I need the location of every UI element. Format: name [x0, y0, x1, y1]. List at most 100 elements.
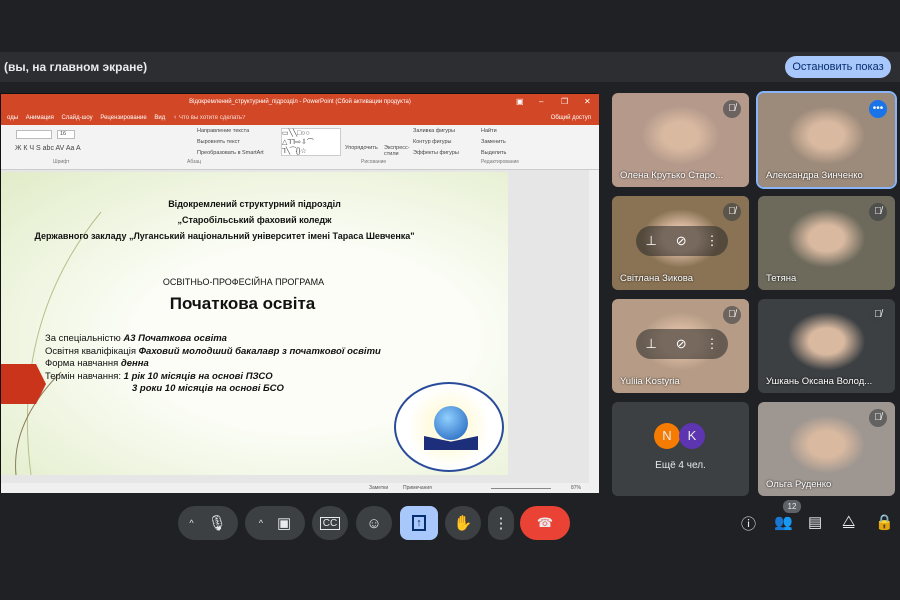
host-controls-icon[interactable]: 🔒: [875, 513, 894, 531]
more-vert-icon: ⋮: [493, 515, 509, 532]
more-participants-tile[interactable]: N K Ещё 4 чел.: [612, 402, 749, 496]
stop-presenting-button[interactable]: Остановить показ: [785, 56, 891, 78]
notes-button[interactable]: Заметки: [369, 485, 388, 491]
vertical-scrollbar[interactable]: [589, 170, 599, 483]
camera-control[interactable]: ^ ▣: [245, 506, 305, 540]
group-label: Шрифт: [53, 159, 70, 165]
hand-icon: ✋: [453, 515, 473, 532]
ribbon: 16 Ж К Ч S abc AV Aa A Направление текст…: [1, 125, 599, 170]
group-label: Абзац: [187, 159, 202, 165]
mic-off-icon: 🎙̸: [869, 409, 887, 427]
tab-animation[interactable]: Анимация: [26, 111, 54, 125]
tile-hover-controls: ⊥ ⊘ ⋮: [636, 226, 728, 256]
activities-icon[interactable]: ⧋: [842, 513, 855, 530]
mic-off-icon: 🎙̸: [869, 306, 887, 324]
globe-icon: [434, 406, 468, 440]
participant-tile[interactable]: Олена Крутько Старо... 🎙̸: [612, 93, 749, 187]
replace-button[interactable]: Заменить: [481, 139, 506, 145]
participant-tile[interactable]: Світлана Зикова 🎙̸ ⊥ ⊘ ⋮: [612, 196, 749, 290]
participant-tile[interactable]: Yuliia Kostyria 🎙̸ ⊥ ⊘ ⋮: [612, 299, 749, 393]
mic-off-icon: 🎙̸: [723, 100, 741, 118]
arrange-button[interactable]: Упорядочить: [345, 145, 378, 151]
shape-fill-button[interactable]: Заливка фигуры: [413, 128, 455, 134]
more-vert-icon[interactable]: ⋮: [706, 233, 719, 249]
text-direction-button[interactable]: Направление текста: [197, 128, 249, 134]
tell-me-input[interactable]: ♀ Что вы хотите сделать?: [173, 111, 246, 125]
ribbon-display-icon[interactable]: ▣: [516, 97, 524, 106]
participant-name: Yuliia Kostyria: [620, 376, 680, 387]
more-participants-label: Ещё 4 чел.: [655, 460, 706, 471]
microphone-icon[interactable]: 🎙: [208, 514, 227, 532]
tab-view[interactable]: Вид: [154, 111, 165, 125]
participant-tile[interactable]: Тетяна 🎙̸: [758, 196, 895, 290]
mic-off-icon: 🎙̸: [723, 203, 741, 221]
align-text-button[interactable]: Выровнять текст: [197, 139, 240, 145]
slide-details: За спеціальністю А3 Початкова освіта Осв…: [45, 333, 381, 394]
hang-up-icon: ☎: [536, 515, 554, 530]
pin-icon[interactable]: ⊥: [645, 336, 656, 352]
slide-title: Початкова освіта: [169, 294, 316, 313]
mute-icon[interactable]: ⊘: [676, 233, 687, 249]
chat-icon[interactable]: ▤: [808, 513, 822, 531]
maximize-icon[interactable]: ❐: [561, 97, 568, 106]
group-label: Редактирование: [481, 159, 520, 165]
group-label: Рисование: [361, 159, 387, 165]
participant-tile[interactable]: Ушкань Оксана Волод... 🎙̸: [758, 299, 895, 393]
slide-line3: Державного закладу „Луганський національ…: [34, 231, 415, 241]
share-button[interactable]: Общий доступ: [551, 111, 591, 125]
leave-call-button[interactable]: ☎: [520, 506, 570, 540]
camera-icon[interactable]: ▣: [277, 514, 291, 532]
smartart-button[interactable]: Преобразовать в SmartArt: [197, 150, 264, 156]
emoji-icon: ☺: [366, 514, 382, 532]
slide-area: Відокремлений структурний підрозділ „Ста…: [1, 170, 599, 483]
participant-name: Олена Крутько Старо...: [620, 170, 724, 181]
more-options-icon[interactable]: •••: [869, 100, 887, 118]
more-options-button[interactable]: ⋮: [488, 506, 514, 540]
presenting-status: (вы, на главном экране): [4, 60, 148, 74]
present-screen-icon: ↑: [412, 515, 426, 531]
mute-icon[interactable]: ⊘: [676, 336, 687, 352]
chevron-up-icon[interactable]: ^: [259, 518, 263, 528]
find-button[interactable]: Найти: [481, 128, 497, 134]
raise-hand-button[interactable]: ✋: [445, 506, 481, 540]
zoom-level[interactable]: 87%: [571, 485, 581, 491]
tab-slideshow[interactable]: Слайд-шоу: [62, 111, 93, 125]
quick-styles-button[interactable]: Экспресс-стили: [384, 145, 410, 157]
chevron-up-icon[interactable]: ^: [189, 518, 193, 528]
mic-off-icon: 🎙̸: [869, 203, 887, 221]
college-logo: [394, 382, 504, 472]
tile-hover-controls: ⊥ ⊘ ⋮: [636, 329, 728, 359]
presenting-bar: (вы, на главном экране): [0, 52, 900, 82]
shape-outline-button[interactable]: Контур фигуры: [413, 139, 451, 145]
participant-tile[interactable]: Ольга Руденко 🎙̸: [758, 402, 895, 496]
comments-button[interactable]: Примечания: [403, 485, 432, 491]
tab-review[interactable]: Рецензирование: [100, 111, 146, 125]
pin-icon[interactable]: ⊥: [645, 233, 656, 249]
window-title: Відокремлений_структурний_підрозділ - Po…: [1, 94, 599, 111]
tab[interactable]: оды: [7, 111, 18, 125]
slide-subtitle: ОСВІТНЬО-ПРОФЕСІЙНА ПРОГРАМА: [162, 277, 325, 287]
captions-icon: CC: [319, 516, 341, 530]
avatar: N: [654, 423, 680, 449]
people-icon[interactable]: 👥: [774, 513, 793, 531]
avatar: K: [679, 423, 705, 449]
mic-control[interactable]: ^ 🎙: [178, 506, 238, 540]
powerpoint-window: Відокремлений_структурний_підрозділ - Po…: [0, 93, 599, 493]
font-name-input[interactable]: [16, 130, 52, 139]
zoom-slider[interactable]: [491, 488, 551, 489]
font-size-input[interactable]: 16: [57, 130, 75, 139]
select-button[interactable]: Выделить: [481, 150, 506, 156]
present-button[interactable]: ↑: [400, 506, 438, 540]
reactions-button[interactable]: ☺: [356, 506, 392, 540]
participant-name: Світлана Зикова: [620, 273, 693, 284]
shape-effects-button[interactable]: Эффекты фигуры: [413, 150, 459, 156]
close-icon[interactable]: ✕: [584, 97, 591, 106]
ribbon-tabs: оды Анимация Слайд-шоу Рецензирование Ви…: [1, 111, 599, 125]
format-buttons[interactable]: Ж К Ч S abc AV Aa A: [15, 145, 81, 152]
shapes-gallery[interactable]: ▭╲╲□○○ △⅂⅂⇨⇩⌒ ⅂╲⁀{}☆: [281, 128, 341, 156]
minimize-icon[interactable]: –: [539, 97, 543, 106]
participant-tile[interactable]: Александра Зинченко •••: [756, 91, 897, 189]
info-icon[interactable]: ⓘ: [741, 513, 756, 534]
captions-button[interactable]: CC: [312, 506, 348, 540]
more-vert-icon[interactable]: ⋮: [706, 336, 719, 352]
